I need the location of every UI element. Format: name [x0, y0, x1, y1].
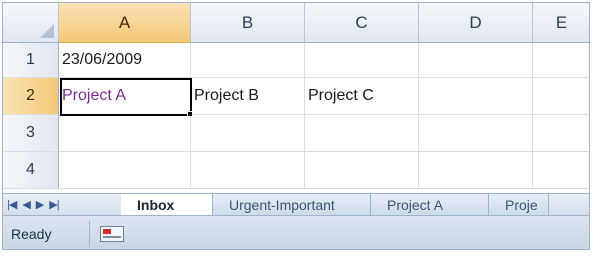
table-row: 3	[3, 115, 589, 152]
table-row: 2 Project A Project B Project C	[3, 78, 589, 115]
sheet-tab-urgent-important[interactable]: Urgent-Important	[213, 194, 371, 215]
cell-c3[interactable]	[305, 115, 419, 152]
cell-d3[interactable]	[419, 115, 533, 152]
sheet-tab-project-partial[interactable]: Proje	[489, 194, 549, 215]
next-sheet-icon[interactable]: ▶	[36, 198, 45, 211]
sheet-tab-bar: |◀ ◀ ▶ ▶| Inbox Urgent-Important Project…	[3, 193, 589, 215]
table-row: 4	[3, 152, 589, 189]
status-text: Ready	[11, 225, 52, 242]
cell-d1[interactable]	[419, 43, 533, 78]
last-sheet-icon[interactable]: ▶|	[49, 198, 59, 211]
cell-e1[interactable]	[533, 43, 589, 78]
cell-d4[interactable]	[419, 152, 533, 189]
row-header-1[interactable]: 1	[3, 43, 59, 78]
cell-c2[interactable]: Project C	[305, 78, 419, 115]
prev-sheet-icon[interactable]: ◀	[22, 198, 31, 211]
cell-e4[interactable]	[533, 152, 589, 189]
column-header-d[interactable]: D	[419, 3, 533, 43]
cell-a3[interactable]	[59, 115, 191, 152]
column-header-c[interactable]: C	[305, 3, 419, 43]
row-header-3[interactable]: 3	[3, 115, 59, 152]
status-divider	[89, 220, 90, 247]
first-sheet-icon[interactable]: |◀	[7, 198, 17, 211]
cell-b4[interactable]	[191, 152, 305, 189]
column-header-a[interactable]: A	[59, 3, 191, 43]
cell-a2[interactable]: Project A	[59, 78, 191, 115]
row-header-2[interactable]: 2	[3, 78, 59, 115]
cell-e2[interactable]	[533, 78, 589, 115]
cell-a1[interactable]: 23/06/2009	[59, 43, 191, 78]
cell-b3[interactable]	[191, 115, 305, 152]
column-header-e[interactable]: E	[533, 3, 589, 43]
fill-handle[interactable]	[187, 111, 193, 117]
cell-e3[interactable]	[533, 115, 589, 152]
row-header-4[interactable]: 4	[3, 152, 59, 189]
spreadsheet-window: A B C D E 1 23/06/2009 2 Project A Proje…	[2, 2, 590, 250]
cell-a4[interactable]	[59, 152, 191, 189]
cell-b2[interactable]: Project B	[191, 78, 305, 115]
cell-c4[interactable]	[305, 152, 419, 189]
cell-c1[interactable]	[305, 43, 419, 78]
cell-d2[interactable]	[419, 78, 533, 115]
worksheet-grid: A B C D E 1 23/06/2009 2 Project A Proje…	[3, 3, 589, 193]
table-row: 1 23/06/2009	[3, 43, 589, 78]
cell-b1[interactable]	[191, 43, 305, 78]
status-bar: Ready	[3, 215, 589, 249]
column-header-row: A B C D E	[3, 3, 589, 43]
sheet-tab-project-a[interactable]: Project A	[371, 194, 489, 215]
column-header-b[interactable]: B	[191, 3, 305, 43]
sheet-navigation: |◀ ◀ ▶ ▶|	[3, 194, 121, 215]
macro-record-icon[interactable]	[100, 225, 124, 242]
select-all-corner[interactable]	[3, 3, 59, 43]
select-all-icon	[40, 24, 54, 38]
sheet-tab-inbox[interactable]: Inbox	[121, 194, 213, 215]
